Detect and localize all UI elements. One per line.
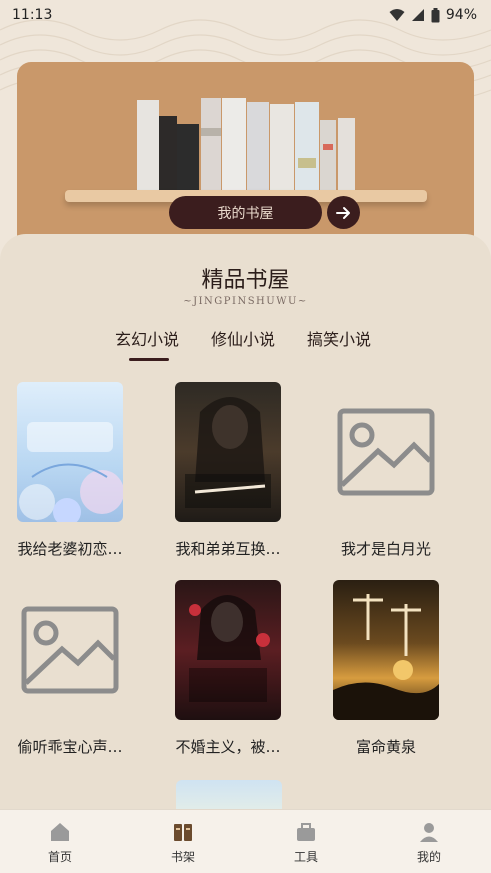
image-placeholder-icon	[337, 408, 435, 495]
book-item[interactable]: 我和弟弟互换…	[163, 382, 293, 559]
toolbox-icon	[297, 823, 315, 841]
book-item[interactable]: 偷听乖宝心声…	[5, 580, 135, 757]
book-cover	[175, 580, 281, 720]
book-title: 偷听乖宝心声…	[17, 738, 123, 756]
my-bookshelf-button[interactable]: 我的书屋	[169, 196, 322, 229]
book-title: 富命黄泉	[355, 738, 416, 756]
warrior-cover-art	[185, 397, 271, 508]
book-cover	[175, 382, 281, 522]
nav-tools[interactable]: 工具	[276, 820, 336, 865]
bookshelf-icon	[174, 824, 192, 841]
nav-bookshelf-label: 书架	[170, 850, 195, 864]
book-cover-placeholder	[17, 580, 123, 720]
book-title: 不婚主义，被…	[175, 738, 281, 756]
bookshelf-banner[interactable]: 我的书屋	[17, 62, 474, 262]
active-tab-indicator	[129, 358, 169, 361]
lady-cover-art	[189, 595, 270, 702]
book-item[interactable]: 我才是白月光	[321, 382, 451, 559]
my-bookshelf-label: 我的书屋	[217, 205, 274, 222]
section-title: 精品书屋	[201, 268, 290, 293]
book-cover	[17, 382, 123, 522]
sunset-cover-art	[333, 594, 439, 720]
book-title: 我给老婆初恋…	[17, 540, 123, 558]
arrow-right-button[interactable]	[327, 196, 360, 229]
section-subtitle: ~JINGPINSHUWU~	[183, 296, 308, 307]
tab-comedy[interactable]: 搞笑小说	[307, 326, 371, 350]
home-icon	[51, 823, 69, 841]
status-time: 11:13	[12, 7, 53, 23]
battery-icon	[431, 7, 440, 22]
book-title: 我才是白月光	[340, 540, 431, 558]
bottom-navigation: 首页 书架 工具 我的	[0, 809, 491, 873]
image-placeholder-icon	[21, 606, 119, 693]
signal-icon	[411, 9, 424, 21]
battery-percent: 94%	[445, 7, 477, 23]
nav-home[interactable]: 首页	[30, 820, 90, 865]
tab-cultivation[interactable]: 修仙小说	[211, 326, 275, 350]
book-item[interactable]: 富命黄泉	[321, 580, 451, 757]
nav-bookshelf[interactable]: 书架	[153, 820, 213, 865]
nav-profile-label: 我的	[416, 850, 441, 864]
book-cover	[333, 580, 439, 720]
nav-tools-label: 工具	[293, 850, 318, 864]
book-item[interactable]: 不婚主义，被…	[163, 580, 293, 757]
wifi-icon	[389, 9, 405, 21]
nav-home-label: 首页	[47, 850, 72, 864]
user-icon	[420, 823, 438, 842]
tab-fantasy[interactable]: 玄幻小说	[115, 326, 179, 350]
books-illustration	[137, 98, 355, 198]
floral-cover-art	[19, 422, 123, 522]
book-cover-placeholder	[333, 382, 439, 522]
arrow-right-icon	[335, 206, 350, 219]
status-bar: 11:13 94%	[0, 0, 491, 30]
book-item[interactable]: 我给老婆初恋…	[5, 382, 135, 559]
nav-profile[interactable]: 我的	[399, 820, 459, 865]
book-title: 我和弟弟互换…	[175, 540, 281, 558]
category-tabs: 玄幻小说 修仙小说 搞笑小说	[0, 326, 491, 366]
